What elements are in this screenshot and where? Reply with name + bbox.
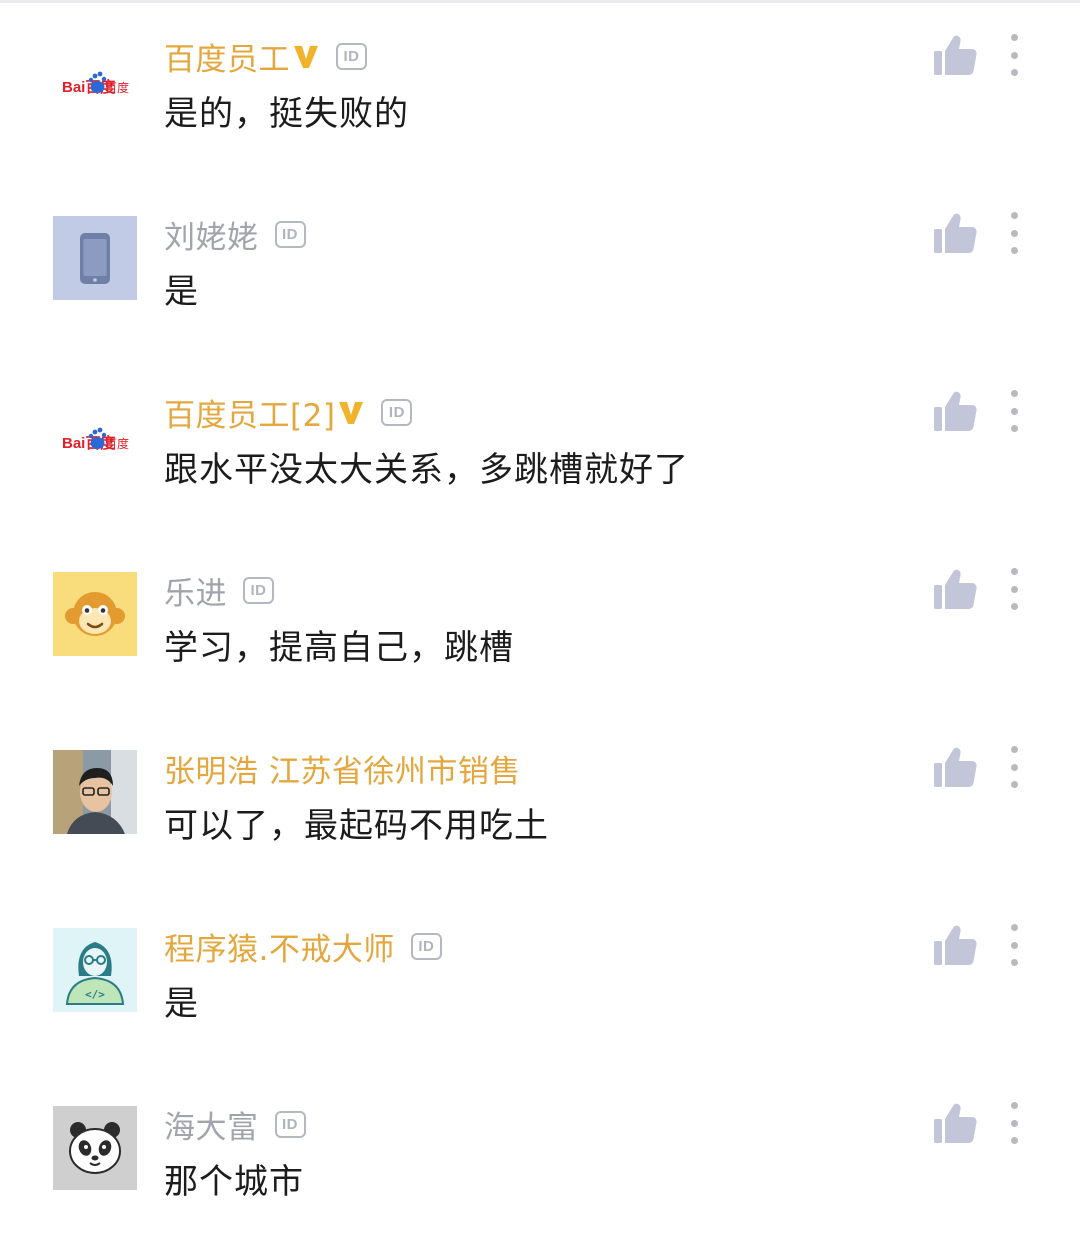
baidu-logo-icon: Bai百度 百度 [62,71,129,96]
thumbs-up-icon[interactable] [932,744,978,790]
id-badge: ID [243,576,274,604]
username[interactable]: 海大富 [164,1102,259,1147]
svg-text:百度: 百度 [105,436,129,451]
comment-item: 刘姥姥 ID 是 [0,178,1080,356]
comment-text: 是的，挺失败的 [164,94,409,134]
comment-text: 是 [164,272,199,312]
id-badge: ID [381,398,413,426]
id-badge: ID [274,220,306,248]
thumbs-up-icon[interactable] [932,566,978,612]
comment-item: Bai百度 百度 百度员工[2] ID 跟水平没太大关系，多跳槽就好了 [0,356,1080,534]
avatar[interactable]: Bai百度 百度 [53,38,137,122]
phone-icon [80,233,110,284]
avatar[interactable] [53,572,137,656]
coder-icon: </> [65,942,125,1005]
baidu-logo-icon: Bai百度 百度 [62,427,129,452]
more-options-icon[interactable] [1000,1098,1028,1148]
avatar[interactable] [53,1106,137,1190]
comment-text: 可以了，最起码不用吃土 [164,806,549,846]
comment-item: Bai百度 百度 百度员工 ID 是的，挺失败的 [0,0,1080,178]
comment-item: </> 程序猿.不戒大师 ID 是 [0,890,1080,1068]
thumbs-up-icon[interactable] [932,388,978,434]
more-options-icon[interactable] [1000,30,1028,80]
avatar[interactable]: </> [53,928,137,1012]
thumbs-up-icon[interactable] [932,32,978,78]
thumbs-up-icon[interactable] [932,210,978,256]
username[interactable]: 百度员工 [164,34,290,79]
username[interactable]: 刘姥姥 [164,212,259,257]
more-options-icon[interactable] [1000,208,1028,258]
id-badge: ID [410,932,442,960]
panda-icon [69,1122,121,1174]
comment-item: 张明浩 江苏省徐州市销售 可以了，最起码不用吃土 [0,712,1080,890]
person-photo-icon [53,750,137,834]
avatar[interactable]: Bai百度 百度 [53,394,137,478]
avatar[interactable] [53,216,137,300]
comment-text: 那个城市 [164,1162,304,1202]
thumbs-up-icon[interactable] [932,1100,978,1146]
id-badge: ID [336,42,367,70]
more-options-icon[interactable] [1000,564,1028,614]
id-badge: ID [274,1110,306,1138]
thumbs-up-icon[interactable] [932,922,978,968]
comment-text: 跟水平没太大关系，多跳槽就好了 [164,450,689,490]
username[interactable]: 程序猿.不戒大师 [164,924,395,969]
comment-item: 海大富 ID 那个城市 [0,1068,1080,1246]
verified-v-icon [292,42,320,70]
comment-text: 学习，提高自己，跳槽 [164,628,514,668]
more-options-icon[interactable] [1000,920,1028,970]
comment-item: 乐进 ID 学习，提高自己，跳槽 [0,534,1080,712]
avatar[interactable] [53,750,137,834]
username[interactable]: 张明浩 江苏省徐州市销售 [164,746,521,791]
svg-text:百度: 百度 [105,80,129,95]
username[interactable]: 乐进 [164,568,227,613]
svg-text:</>: </> [85,988,105,1001]
comment-text: 是 [164,984,199,1024]
verified-v-icon [337,398,365,426]
username[interactable]: 百度员工[2] [164,390,335,435]
more-options-icon[interactable] [1000,742,1028,792]
monkey-icon [65,592,125,636]
more-options-icon[interactable] [1000,386,1028,436]
